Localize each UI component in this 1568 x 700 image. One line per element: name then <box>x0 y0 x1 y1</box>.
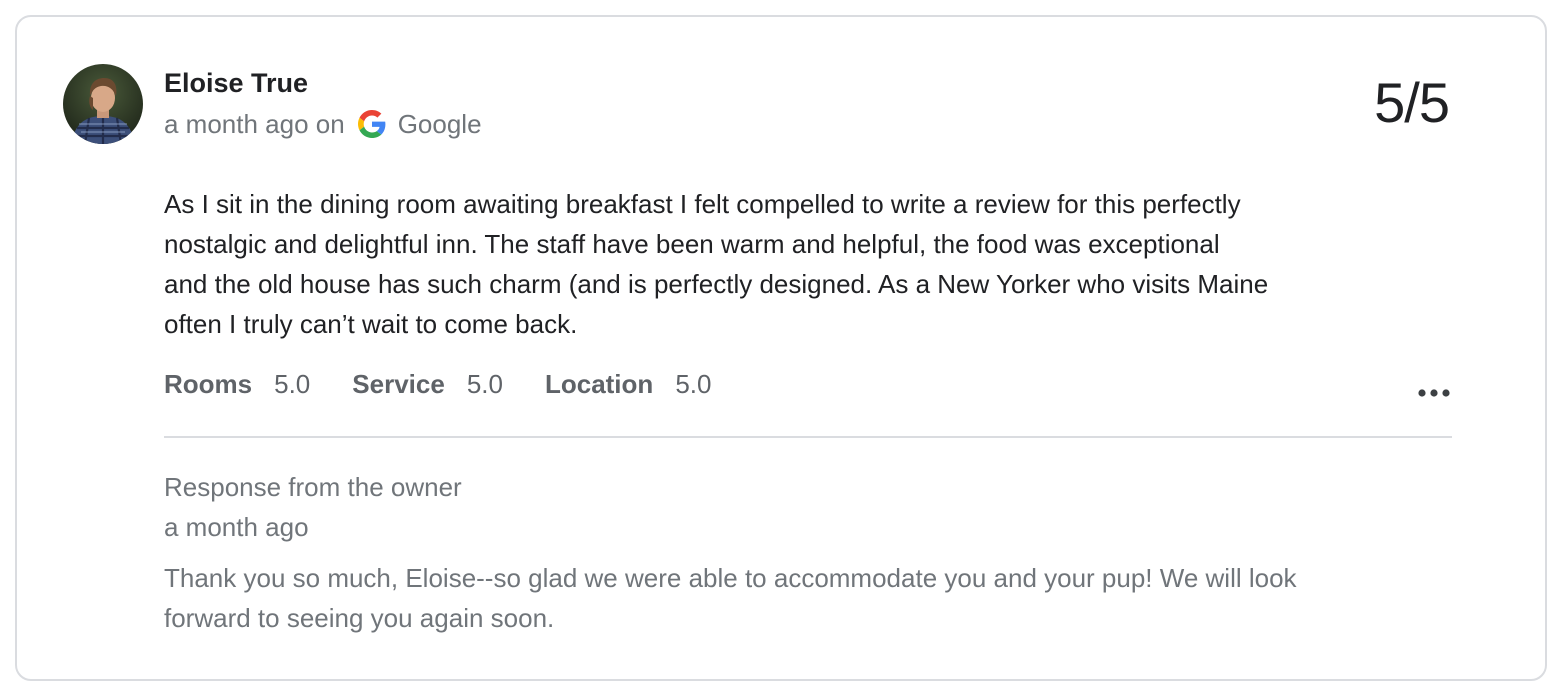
rating-label: Location <box>544 368 654 399</box>
author-avatar[interactable] <box>63 64 143 144</box>
rating-value: 5.0 <box>466 368 503 399</box>
review-score: 5/5 <box>1374 71 1450 134</box>
review-source: Google <box>397 108 482 139</box>
review-text-line: often I truly can’t wait to come back. <box>164 309 578 339</box>
rating-rooms: Rooms 5.0 <box>164 369 310 400</box>
review-time: a month ago on <box>164 108 345 139</box>
owner-response-line: forward to seeing you again soon. <box>164 603 555 633</box>
more-horizontal-icon <box>1418 389 1450 397</box>
review-meta: a month ago on Google <box>164 107 482 141</box>
rating-label: Rooms <box>164 368 253 399</box>
review-text-line: As I sit in the dining room awaiting bre… <box>164 189 1241 219</box>
review-text-line: nostalgic and delightful inn. The staff … <box>164 229 1220 259</box>
rating-service: Service 5.0 <box>352 369 503 400</box>
rating-location: Location 5.0 <box>545 369 712 400</box>
more-options-button[interactable] <box>1412 378 1456 408</box>
rating-label: Service <box>352 368 445 399</box>
review-text-line: and the old house has such charm (and is… <box>164 269 1269 299</box>
rating-value: 5.0 <box>274 368 311 399</box>
owner-response-heading: Response from the owner <box>164 472 462 502</box>
rating-value: 5.0 <box>675 368 712 399</box>
divider <box>164 436 1452 438</box>
owner-response-text: Thank you so much, Eloise--so glad we we… <box>164 558 1424 638</box>
owner-response-time: a month ago <box>164 512 309 542</box>
author-name[interactable]: Eloise True <box>164 68 308 99</box>
avatar-photo <box>63 64 143 144</box>
owner-response-line: Thank you so much, Eloise--so glad we we… <box>164 563 1297 593</box>
category-ratings: Rooms 5.0 Service 5.0 Location 5.0 <box>164 366 753 402</box>
review-text: As I sit in the dining room awaiting bre… <box>164 184 1404 344</box>
google-icon <box>357 110 386 138</box>
